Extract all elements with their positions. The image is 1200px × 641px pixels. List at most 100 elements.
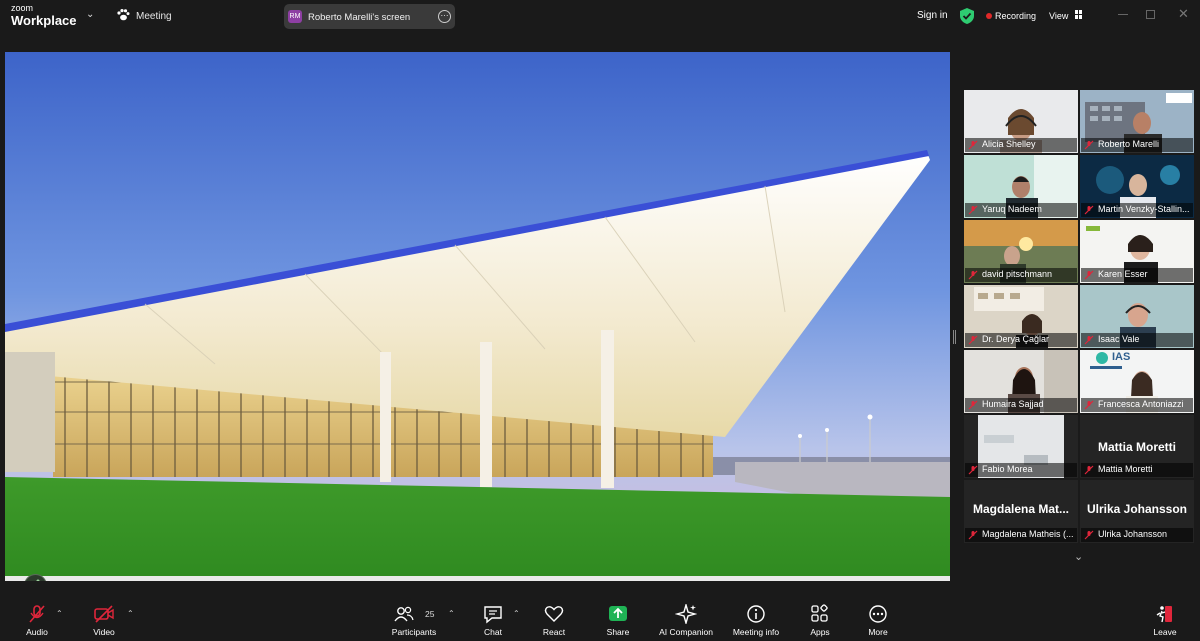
participant-name: Alicia Shelley xyxy=(982,139,1036,149)
participant-name: Fabio Morea xyxy=(982,464,1033,474)
leave-button[interactable]: Leave xyxy=(1130,596,1200,641)
meeting-info-label: Meeting info xyxy=(732,627,780,637)
brand-small: zoom xyxy=(11,3,34,13)
participant-tile[interactable]: Dr. Derya Çağlar xyxy=(964,285,1078,348)
recording-dot-icon xyxy=(986,13,992,19)
participant-tile[interactable]: Alicia Shelley xyxy=(964,90,1078,153)
participant-name: Magdalena Matheis (... xyxy=(982,529,1074,539)
mic-muted-icon xyxy=(968,465,978,475)
chat-button[interactable]: Chat xyxy=(458,596,528,641)
mic-muted-icon xyxy=(1084,140,1094,150)
mic-muted-icon xyxy=(1084,400,1094,410)
mic-muted-icon xyxy=(1084,335,1094,345)
meeting-controls-toolbar: Audio ⌃ Video ⌃ Participants 25 ⌃ Chat ⌃… xyxy=(0,596,1200,641)
minimize-button[interactable] xyxy=(1118,14,1128,15)
participant-name: Francesca Antoniazzi xyxy=(1098,399,1184,409)
share-button[interactable]: Share xyxy=(583,596,653,641)
mic-muted-icon xyxy=(968,335,978,345)
meeting-info-button[interactable]: Meeting info xyxy=(721,596,791,641)
ai-companion-label: AI Companion xyxy=(659,627,713,637)
iash-logo: IAS xyxy=(1112,351,1131,363)
mic-muted-icon xyxy=(968,400,978,410)
more-label: More xyxy=(868,627,888,637)
participant-name: Karen Esser xyxy=(1098,269,1148,279)
participant-tile[interactable]: IAS Francesca Antoniazzi xyxy=(1080,350,1194,413)
annotate-pencil-icon[interactable] xyxy=(24,574,47,581)
more-icon xyxy=(869,605,887,623)
mic-muted-icon xyxy=(968,205,978,215)
participant-display-name: Magdalena Mat... xyxy=(972,502,1070,516)
screen-share-indicator[interactable]: RM Roberto Marelli's screen ··· xyxy=(284,4,455,29)
more-button[interactable]: More xyxy=(843,596,913,641)
participants-button[interactable]: Participants xyxy=(379,596,449,641)
share-label: Share xyxy=(606,627,630,637)
participant-tile[interactable]: Mattia Moretti Mattia Moretti xyxy=(1080,415,1194,478)
participant-display-name: Ulrika Johansson xyxy=(1086,502,1188,516)
chat-label: Chat xyxy=(484,627,502,637)
mic-muted-icon xyxy=(29,605,45,623)
participant-tile[interactable]: Humaira Sajjad xyxy=(964,350,1078,413)
participants-count: 25 xyxy=(425,609,435,619)
shared-building-image xyxy=(5,52,950,581)
participant-tile[interactable]: david pitschmann xyxy=(964,220,1078,283)
leave-label: Leave xyxy=(1153,627,1177,637)
video-options-caret-icon[interactable]: ⌃ xyxy=(127,609,134,618)
apps-icon xyxy=(811,604,828,622)
participant-display-name: Mattia Moretti xyxy=(1098,440,1176,454)
participant-tile[interactable]: Magdalena Mat... Magdalena Matheis (... xyxy=(964,480,1078,543)
react-button[interactable]: React xyxy=(519,596,589,641)
chat-icon xyxy=(484,606,502,624)
video-label: Video xyxy=(93,627,115,637)
heart-icon xyxy=(544,606,564,622)
video-off-icon xyxy=(94,605,114,623)
sign-in-link[interactable]: Sign in xyxy=(917,10,948,21)
close-icon[interactable]: ✕ xyxy=(1178,6,1189,22)
brand-large: Workplace xyxy=(11,13,77,28)
participant-tile[interactable]: Karen Esser xyxy=(1080,220,1194,283)
mic-muted-icon xyxy=(968,530,978,540)
audio-button[interactable]: Audio xyxy=(2,596,72,641)
participant-tile-active-speaker[interactable]: Roberto Marelli xyxy=(1080,90,1194,153)
panel-resize-handle[interactable] xyxy=(953,330,956,344)
mic-muted-icon xyxy=(1084,530,1094,540)
mic-muted-icon xyxy=(1084,465,1094,475)
participant-name: Martin Venzky-Stallin... xyxy=(1098,204,1190,214)
title-bar: zoom Workplace ⌄ Meeting RM Roberto Mare… xyxy=(0,0,1200,32)
grid-view-icon[interactable] xyxy=(1075,10,1083,19)
react-label: React xyxy=(542,627,566,637)
participants-caret-icon[interactable]: ⌃ xyxy=(448,609,455,618)
participant-name: Roberto Marelli xyxy=(1098,139,1160,149)
shared-screen-view[interactable] xyxy=(5,52,950,581)
participants-label: Participants xyxy=(391,627,437,637)
audio-label: Audio xyxy=(26,627,48,637)
meeting-label: Meeting xyxy=(136,11,172,22)
ai-companion-button[interactable]: AI Companion xyxy=(651,596,721,641)
avatar: RM xyxy=(288,10,302,23)
leave-door-icon xyxy=(1156,606,1172,623)
participant-name: Mattia Moretti xyxy=(1098,464,1153,474)
video-button[interactable]: Video xyxy=(69,596,139,641)
audio-options-caret-icon[interactable]: ⌃ xyxy=(56,609,63,618)
chevron-down-icon[interactable]: ⌄ xyxy=(86,9,94,20)
participants-icon xyxy=(394,606,414,622)
participant-name: Dr. Derya Çağlar xyxy=(982,334,1050,344)
participant-name: Yaruq Nadeem xyxy=(982,204,1042,214)
zoom-workplace-logo: zoom Workplace xyxy=(11,3,77,28)
share-screen-icon xyxy=(609,606,627,621)
participant-name: david pitschmann xyxy=(982,269,1053,279)
view-button[interactable]: View xyxy=(1049,11,1068,21)
gallery-scroll-down-icon[interactable]: ⌄ xyxy=(1074,550,1083,563)
paw-icon xyxy=(117,9,130,21)
screen-share-label: Roberto Marelli's screen xyxy=(308,12,411,23)
shield-check-icon[interactable] xyxy=(960,8,974,24)
participant-tile[interactable]: Ulrika Johansson Ulrika Johansson xyxy=(1080,480,1194,543)
participant-name: Ulrika Johansson xyxy=(1098,529,1168,539)
maximize-button[interactable] xyxy=(1146,10,1155,19)
mic-muted-icon xyxy=(968,270,978,280)
participant-tile[interactable]: Fabio Morea xyxy=(964,415,1078,478)
participant-tile[interactable]: Yaruq Nadeem xyxy=(964,155,1078,218)
participant-tile[interactable]: Isaac Vale xyxy=(1080,285,1194,348)
participant-tile[interactable]: Martin Venzky-Stallin... xyxy=(1080,155,1194,218)
more-options-icon[interactable]: ··· xyxy=(438,10,451,23)
recording-label[interactable]: Recording xyxy=(995,11,1036,21)
